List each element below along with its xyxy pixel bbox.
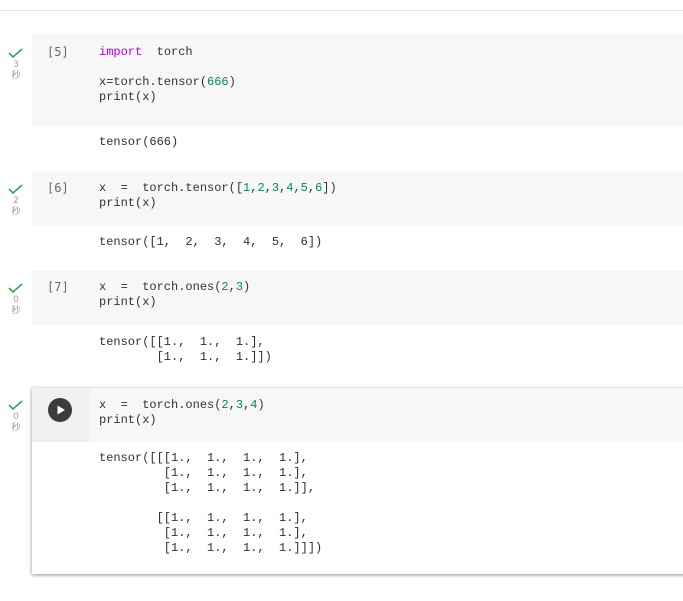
code-text[interactable]: x = torch.ones(2,3,4) print(x) bbox=[99, 398, 265, 428]
execution-count: [5] bbox=[47, 45, 69, 59]
code-token: , bbox=[228, 398, 236, 412]
active-cell-card[interactable]: x = torch.ones(2,3,4) print(x) tensor([[… bbox=[32, 388, 683, 574]
code-text[interactable]: import torch x=torch.tensor(666) print(x… bbox=[99, 45, 236, 105]
cell-status: 0 秒 bbox=[0, 399, 32, 433]
execution-count: [7] bbox=[47, 280, 69, 294]
code-text[interactable]: x = torch.ones(2,3) print(x) bbox=[99, 280, 250, 310]
execution-time-unit: 秒 bbox=[11, 423, 21, 433]
execution-time-unit: 秒 bbox=[11, 306, 21, 316]
check-icon bbox=[8, 48, 23, 59]
cell-output: tensor([[1., 1., 1.], [1., 1., 1.]]) bbox=[99, 335, 272, 364]
number-token: 666 bbox=[207, 75, 229, 89]
code-token: , bbox=[307, 181, 316, 195]
check-icon bbox=[8, 184, 23, 195]
execution-time: 0 bbox=[13, 412, 19, 422]
toolbar-edge bbox=[0, 0, 683, 11]
code-editor[interactable]: x = torch.ones(2,3,4) print(x) bbox=[90, 388, 683, 442]
check-icon bbox=[8, 400, 23, 411]
number-token: 2 bbox=[221, 398, 229, 412]
number-token: 2 bbox=[257, 181, 265, 195]
cell-status: 0 秒 bbox=[0, 282, 32, 316]
number-token: 5 bbox=[300, 181, 308, 195]
execution-time: 0 bbox=[13, 295, 19, 305]
code-token: , bbox=[264, 181, 272, 195]
run-area bbox=[32, 388, 90, 442]
cell-output: tensor([1, 2, 3, 4, 5, 6]) bbox=[99, 235, 323, 249]
code-editor[interactable]: [7] x = torch.ones(2,3) print(x) bbox=[32, 271, 683, 325]
number-token: 3 bbox=[235, 280, 244, 294]
code-token: , bbox=[228, 280, 236, 294]
execution-time: 3 bbox=[13, 60, 19, 70]
notebook-page: 3 秒 [5] import torch x=torch.tensor(666)… bbox=[0, 0, 683, 601]
cell-status: 3 秒 bbox=[0, 47, 32, 81]
cell-status: 2 秒 bbox=[0, 183, 32, 217]
code-cell-6[interactable]: 2 秒 [6] x = torch.tensor([1,2,3,4,5,6]) … bbox=[0, 172, 683, 258]
cell-output: tensor(666) bbox=[99, 135, 179, 149]
play-icon bbox=[57, 405, 65, 415]
code-token: x = torch.tensor([ bbox=[99, 181, 244, 195]
code-editor[interactable]: [5] import torch x=torch.tensor(666) pri… bbox=[32, 34, 683, 126]
keyword-token: import bbox=[99, 45, 143, 59]
code-token: x = torch.ones( bbox=[99, 280, 222, 294]
execution-time-unit: 秒 bbox=[11, 207, 21, 217]
number-token: 3 bbox=[235, 398, 244, 412]
code-cell-7[interactable]: 0 秒 [7] x = torch.ones(2,3) print(x) ten… bbox=[0, 271, 683, 373]
code-text[interactable]: x = torch.tensor([1,2,3,4,5,6]) print(x) bbox=[99, 181, 337, 211]
run-cell-button[interactable] bbox=[48, 398, 72, 422]
cell-output: tensor([[[1., 1., 1., 1.], [1., 1., 1., … bbox=[99, 451, 323, 555]
code-token: , bbox=[293, 181, 301, 195]
code-cell-5[interactable]: 3 秒 [5] import torch x=torch.tensor(666)… bbox=[0, 34, 683, 158]
execution-count: [6] bbox=[47, 181, 69, 195]
execution-time: 2 bbox=[13, 196, 19, 206]
number-token: 3 bbox=[271, 181, 280, 195]
code-token: x = torch.ones( bbox=[99, 398, 222, 412]
number-token: 2 bbox=[221, 280, 229, 294]
code-editor[interactable]: [6] x = torch.tensor([1,2,3,4,5,6]) prin… bbox=[32, 172, 683, 226]
execution-time-unit: 秒 bbox=[11, 71, 21, 81]
check-icon bbox=[8, 283, 23, 294]
